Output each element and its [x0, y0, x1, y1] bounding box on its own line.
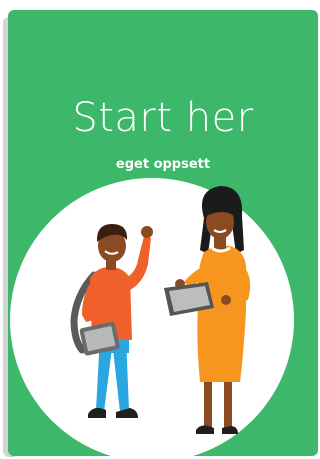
- illustration: [10, 178, 294, 456]
- illustration-circle: [10, 178, 294, 456]
- page: Start her eget oppsett: [0, 0, 320, 459]
- start-here-card[interactable]: Start her eget oppsett: [8, 10, 318, 456]
